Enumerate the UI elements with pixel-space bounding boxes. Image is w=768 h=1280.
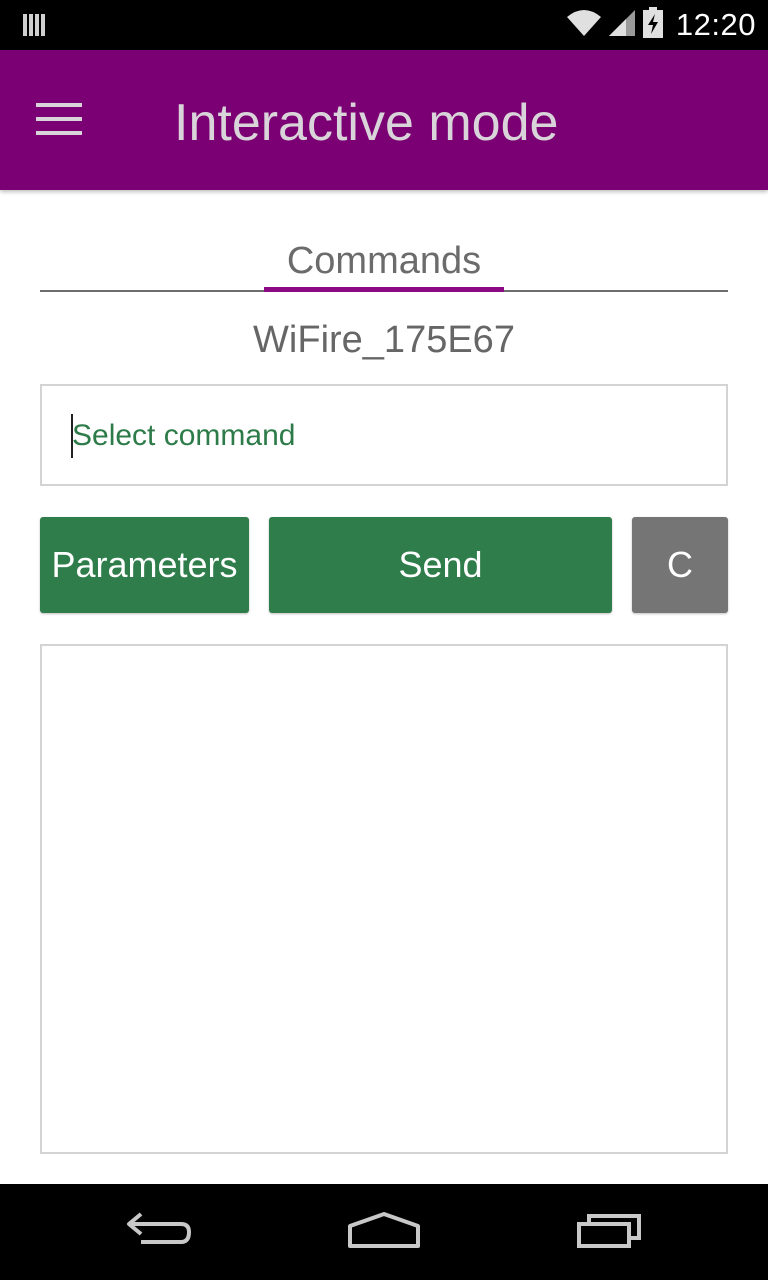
tab-commands[interactable]: Commands — [264, 230, 504, 292]
back-button[interactable] — [110, 1202, 210, 1262]
wifi-icon — [566, 9, 602, 42]
command-placeholder: Select command — [72, 419, 296, 452]
tab-label: Commands — [286, 240, 482, 282]
battery-charging-icon — [642, 6, 664, 44]
interactive-mode-screen: 12:20 Interactive mode Commands WiFire_1… — [0, 0, 768, 1280]
command-input[interactable]: Select command — [40, 384, 728, 486]
recents-button[interactable] — [560, 1202, 660, 1262]
back-icon — [125, 1210, 195, 1255]
recents-icon — [575, 1210, 645, 1255]
clear-button[interactable]: C — [632, 517, 728, 613]
signal-bars-icon — [22, 12, 48, 38]
cell-signal-icon — [608, 9, 636, 42]
app-bar: Interactive mode — [0, 50, 768, 190]
status-icons: 12:20 — [566, 0, 756, 50]
parameters-button[interactable]: Parameters — [40, 517, 249, 613]
output-console[interactable] — [40, 644, 728, 1154]
device-name: WiFire_175E67 — [253, 319, 515, 361]
status-bar: 12:20 — [0, 0, 768, 50]
status-time: 12:20 — [675, 7, 756, 42]
tab-indicator — [264, 287, 504, 292]
send-button[interactable]: Send — [269, 517, 612, 613]
page-title: Interactive mode — [174, 94, 559, 152]
tab-strip: Commands — [40, 230, 728, 292]
menu-button[interactable] — [28, 90, 90, 152]
hamburger-menu-icon — [36, 101, 82, 142]
home-icon — [346, 1210, 422, 1255]
home-button[interactable] — [334, 1202, 434, 1262]
navigation-bar — [0, 1184, 768, 1280]
